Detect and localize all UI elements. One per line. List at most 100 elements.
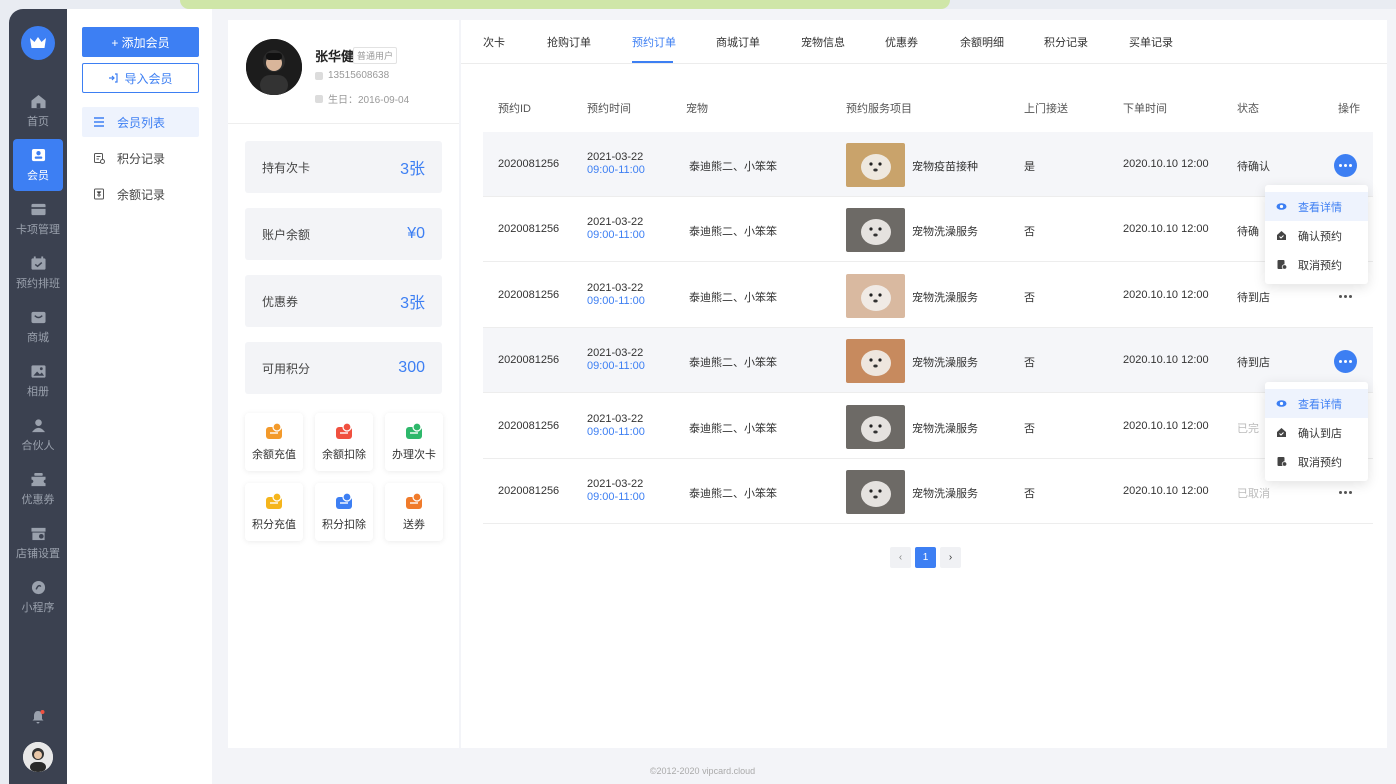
column-header: 状态: [1237, 103, 1259, 115]
booking-slot: 09:00-11:00: [587, 229, 645, 241]
rail-item-label: 卡项管理: [16, 223, 60, 236]
sidebar-item-3[interactable]: 余额记录: [82, 179, 199, 209]
tab-5[interactable]: 宠物信息: [801, 34, 845, 50]
table-row[interactable]: 2020081256 2021-03-22 09:00-11:00 泰迪熊二、小笨笨 宠…: [483, 328, 1373, 393]
stat-card[interactable]: 账户余额 ¥0: [245, 208, 442, 260]
rail-item-5[interactable]: 商城: [13, 301, 63, 353]
service-thumbnail: [846, 470, 905, 514]
rail-item-3[interactable]: 卡项管理: [13, 193, 63, 245]
stat-card[interactable]: 可用积分 300: [245, 342, 442, 394]
brand-logo-icon[interactable]: [21, 26, 55, 60]
action-2-button[interactable]: 余额扣除: [315, 413, 373, 471]
rail-item-7[interactable]: 合伙人: [13, 409, 63, 461]
menu-item-3[interactable]: 取消预约: [1265, 250, 1368, 279]
store-icon: [30, 527, 46, 540]
confirm-icon: [1277, 231, 1286, 240]
order-time: 2020.10.10 12:00: [1123, 289, 1209, 301]
booking-id: 2020081256: [498, 223, 560, 235]
table-row[interactable]: 2020081256 2021-03-22 09:00-11:00 泰迪熊二、小笨笨 宠…: [483, 394, 1373, 459]
pickup-flag: 否: [1024, 292, 1035, 304]
menu-item-3[interactable]: 取消预约: [1265, 447, 1368, 476]
menu-item-1[interactable]: 查看详情: [1265, 389, 1368, 418]
table-row[interactable]: 2020081256 2021-03-22 09:00-11:00 泰迪熊二、小笨笨 宠…: [483, 197, 1373, 262]
action-3-button[interactable]: 办理次卡: [385, 413, 443, 471]
menu-item-1[interactable]: 查看详情: [1265, 192, 1368, 221]
action-4-button[interactable]: 积分充值: [245, 483, 303, 541]
order-time: 2020.10.10 12:00: [1123, 485, 1209, 497]
copyright-footer: ©2012-2020 vipcard.cloud: [649, 766, 756, 776]
booking-time: 2021-03-22 09:00-11:00: [587, 282, 645, 308]
action-label: 积分扣除: [322, 519, 366, 531]
menu-item-2[interactable]: 确认预约: [1265, 221, 1368, 250]
eye-icon: [1276, 203, 1287, 210]
tab-6[interactable]: 优惠券: [885, 34, 918, 50]
more-icon: [1339, 360, 1352, 363]
action-label: 积分充值: [252, 519, 296, 531]
stat-card[interactable]: 持有次卡 3张: [245, 141, 442, 193]
rail-item-2[interactable]: 会员: [13, 139, 63, 191]
rail-item-8[interactable]: 优惠券: [13, 463, 63, 515]
tab-3[interactable]: 预约订单: [632, 34, 676, 50]
active-tab-indicator: [632, 61, 673, 63]
tab-8[interactable]: 积分记录: [1044, 34, 1088, 50]
service-thumbnail: [846, 143, 905, 187]
stat-value: 3张: [400, 161, 425, 178]
top-accent-strip: [180, 0, 950, 9]
phone-icon: [315, 71, 323, 80]
table-row[interactable]: 2020081256 2021-03-22 09:00-11:00 泰迪熊二、小笨笨 宠…: [483, 459, 1373, 524]
cancel-icon: [1277, 457, 1287, 467]
tab-1[interactable]: 次卡: [483, 34, 505, 50]
import-member-button[interactable]: 导入会员: [82, 63, 199, 93]
tab-9[interactable]: 买单记录: [1129, 34, 1173, 50]
column-header: 操作: [1338, 103, 1360, 115]
add-member-button[interactable]: + 添加会员: [82, 27, 199, 57]
pickup-flag: 否: [1024, 488, 1035, 500]
menu-item-label: 确认预约: [1298, 230, 1342, 243]
calendar-icon: [30, 255, 46, 270]
rail-item-1[interactable]: 首页: [13, 85, 63, 137]
column-header: 预约时间: [587, 103, 631, 115]
action-label: 办理次卡: [392, 449, 436, 461]
menu-item-label: 查看详情: [1298, 201, 1342, 214]
table-row[interactable]: 2020081256 2021-03-22 09:00-11:00 泰迪熊二、小笨笨 宠…: [483, 263, 1373, 328]
more-actions-button[interactable]: [1334, 154, 1357, 177]
stat-card[interactable]: 优惠券 3张: [245, 275, 442, 327]
cancel-icon: [1277, 260, 1287, 270]
rail-item-10[interactable]: 小程序: [13, 571, 63, 623]
more-actions-button[interactable]: [1334, 285, 1357, 308]
partner-icon: [31, 418, 45, 432]
tab-4[interactable]: 商城订单: [716, 34, 760, 50]
more-actions-button[interactable]: [1334, 350, 1357, 373]
import-member-label: 导入会员: [124, 71, 173, 86]
action-5-button[interactable]: 积分扣除: [315, 483, 373, 541]
more-actions-button[interactable]: [1334, 481, 1357, 504]
action-1-button[interactable]: 余额充值: [245, 413, 303, 471]
booking-id: 2020081256: [498, 158, 560, 170]
rail-item-9[interactable]: 店铺设置: [13, 517, 63, 569]
rail-item-6[interactable]: 相册: [13, 355, 63, 407]
bell-icon[interactable]: [30, 709, 46, 725]
divider: [228, 123, 459, 124]
balance-recharge-icon: [266, 422, 282, 439]
member-profile-panel: 张华健 普通用户 13515608638 生日：2016-09-04 持有次卡 3…: [228, 20, 459, 748]
status-text: 已取消: [1237, 488, 1270, 500]
booking-slot: 09:00-11:00: [587, 360, 645, 372]
stat-value: ¥0: [407, 225, 425, 242]
member-sidebar: + 添加会员 导入会员 会员列表积分记录余额记录: [67, 9, 212, 784]
action-6-button[interactable]: 送券: [385, 483, 443, 541]
stat-label: 持有次卡: [262, 160, 311, 175]
sidebar-item-2[interactable]: 积分记录: [82, 143, 199, 173]
next-page-button[interactable]: ›: [940, 547, 961, 568]
tab-2[interactable]: 抢购订单: [547, 34, 591, 50]
rail-item-label: 相册: [27, 385, 49, 398]
service-name: 宠物洗澡服务: [912, 423, 978, 435]
page-1-button[interactable]: 1: [915, 547, 936, 568]
status-text: 待到店: [1237, 357, 1270, 369]
prev-page-button[interactable]: ‹: [890, 547, 911, 568]
rail-item-4[interactable]: 预约排班: [13, 247, 63, 299]
tab-7[interactable]: 余额明细: [960, 34, 1004, 50]
booking-date: 2021-03-22: [587, 413, 644, 425]
sidebar-item-1[interactable]: 会员列表: [82, 107, 199, 137]
table-row[interactable]: 2020081256 2021-03-22 09:00-11:00 泰迪熊二、小笨笨 宠…: [483, 132, 1373, 197]
menu-item-2[interactable]: 确认到店: [1265, 418, 1368, 447]
